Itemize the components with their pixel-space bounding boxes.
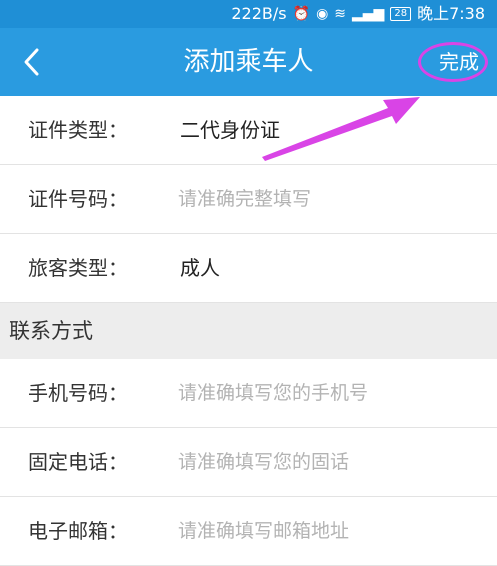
landline-row: 固定电话：	[0, 428, 497, 497]
contact-section-title: 联系方式	[9, 319, 93, 343]
done-button[interactable]: 完成	[439, 47, 479, 77]
email-label: 电子邮箱：	[28, 519, 128, 543]
mobile-input[interactable]	[178, 376, 478, 410]
eye-icon: ◉	[316, 6, 329, 22]
alarm-icon: ⏰	[292, 6, 311, 22]
email-input[interactable]	[178, 514, 478, 548]
id-number-row: 证件号码：	[0, 165, 497, 234]
passenger-form: 证件类型： 二代身份证 证件号码： 旅客类型： 成人 联系方式 手机号码： 固定…	[0, 96, 497, 566]
wifi-icon: ≋	[334, 6, 347, 22]
landline-input[interactable]	[178, 445, 478, 479]
passenger-type-value[interactable]: 成人	[180, 234, 220, 303]
id-type-value[interactable]: 二代身份证	[180, 96, 280, 165]
id-number-label: 证件号码：	[28, 187, 128, 211]
status-bar: 222B/s ⏰ ◉ ≋ ▂▄▆ 28 晚上7:38	[0, 0, 497, 28]
contact-section-header: 联系方式	[0, 303, 497, 359]
mobile-row: 手机号码：	[0, 359, 497, 428]
email-row: 电子邮箱：	[0, 497, 497, 566]
signal-icon: ▂▄▆	[352, 6, 385, 22]
page-title: 添加乘车人	[183, 47, 314, 77]
id-type-label: 证件类型：	[28, 118, 128, 142]
passenger-type-label: 旅客类型：	[28, 256, 128, 280]
app-bar: 添加乘车人 完成	[0, 28, 497, 96]
landline-label: 固定电话：	[28, 450, 128, 474]
passenger-type-row[interactable]: 旅客类型： 成人	[0, 234, 497, 303]
status-icons: 222B/s ⏰ ◉ ≋ ▂▄▆ 28 晚上7:38	[231, 4, 485, 24]
network-speed: 222B/s	[231, 4, 287, 23]
clock: 晚上7:38	[417, 4, 485, 23]
battery-icon: 28	[390, 7, 412, 21]
id-number-input[interactable]	[178, 182, 478, 216]
mobile-label: 手机号码：	[28, 381, 128, 405]
id-type-row[interactable]: 证件类型： 二代身份证	[0, 96, 497, 165]
